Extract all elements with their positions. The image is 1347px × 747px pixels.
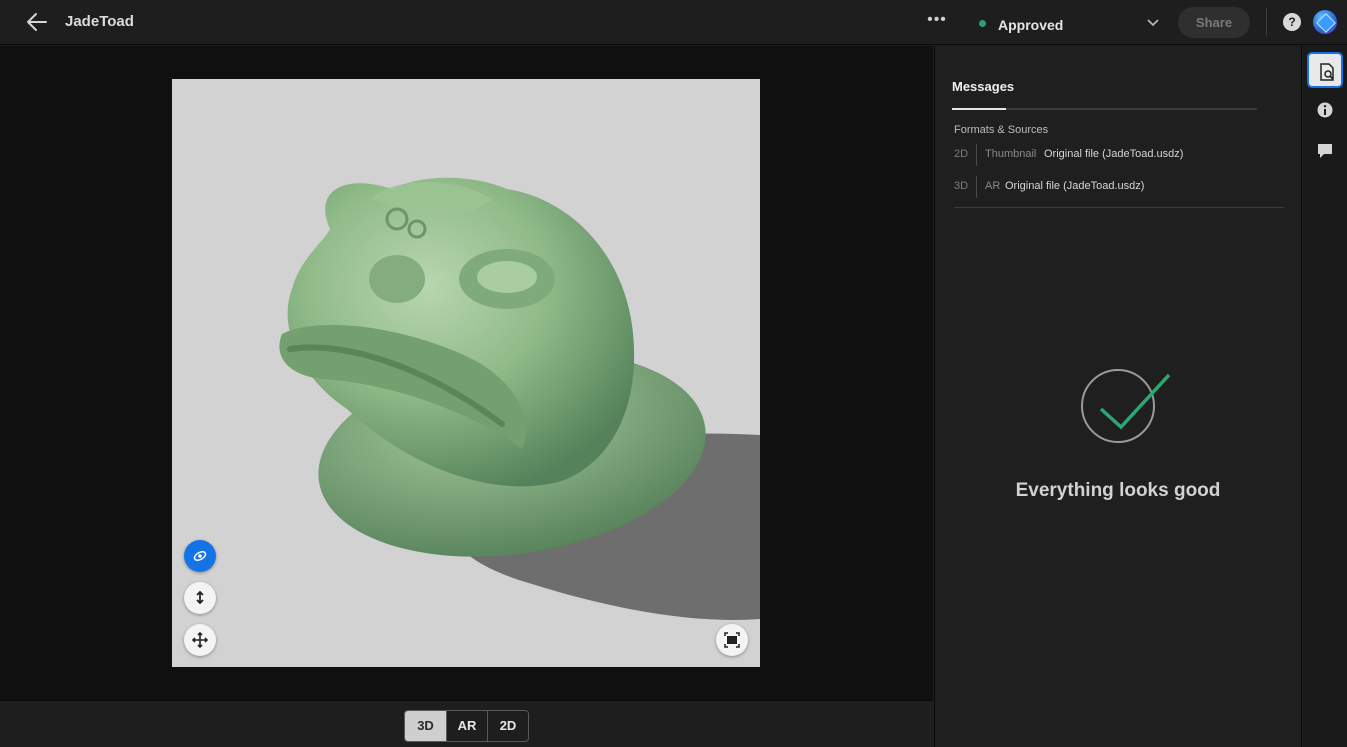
rail-comments[interactable] (1307, 133, 1343, 169)
model-viewport[interactable] (172, 79, 760, 667)
pan-icon (192, 632, 208, 648)
fit-to-screen-icon (724, 632, 740, 648)
tab-active-indicator (952, 108, 1006, 110)
more-horizontal-icon[interactable]: ••• (925, 11, 949, 33)
viewer-area (0, 46, 933, 700)
top-bar: JadeToad ••• Approved Share ? (0, 0, 1347, 45)
orbit-control[interactable] (184, 540, 216, 572)
fit-to-screen-button[interactable] (716, 624, 748, 656)
divider (976, 176, 977, 198)
view-mode-2d[interactable]: 2D (487, 711, 528, 741)
dolly-icon (196, 590, 204, 605)
orbit-icon (193, 550, 207, 562)
file-search-icon (1320, 63, 1334, 81)
tab-underline (952, 108, 1257, 110)
divider (976, 144, 977, 166)
format-type: AR (985, 180, 1001, 192)
format-source: Original file (JadeToad.usdz) (1005, 180, 1145, 192)
share-button[interactable]: Share (1178, 7, 1250, 38)
tab-messages[interactable]: Messages (952, 79, 1014, 94)
view-mode-switcher: 3D AR 2D (404, 710, 529, 742)
rail-file-inspect[interactable] (1307, 52, 1343, 88)
bottom-bar: 3D AR 2D (0, 700, 933, 747)
document-title: JadeToad (65, 13, 134, 30)
info-icon (1317, 102, 1333, 118)
right-rail (1303, 46, 1347, 747)
messages-panel: Messages Formats & Sources 2D Thumbnail … (934, 46, 1302, 747)
comment-icon (1318, 144, 1332, 158)
section-title: Formats & Sources (954, 124, 1049, 136)
view-mode-ar[interactable]: AR (446, 711, 487, 741)
format-type: Thumbnail (985, 148, 1037, 160)
dolly-control[interactable] (184, 582, 216, 614)
status-dropdown[interactable]: Approved (976, 10, 1166, 36)
status-indicator (979, 20, 986, 27)
view-mode-3d[interactable]: 3D (405, 711, 446, 741)
divider (954, 207, 1284, 208)
rail-info[interactable] (1307, 92, 1343, 128)
pan-control[interactable] (184, 624, 216, 656)
status-message: Everything looks good (1015, 480, 1221, 501)
format-source: Original file (JadeToad.usdz) (1044, 148, 1184, 160)
checkmark-circle-icon (1081, 369, 1171, 443)
format-kind: 3D (954, 180, 969, 192)
app-switcher-icon[interactable] (1313, 10, 1337, 34)
divider (1266, 8, 1267, 36)
chevron-down-icon (1146, 15, 1160, 29)
jade-toad-3d-model[interactable] (172, 79, 760, 667)
format-kind: 2D (954, 148, 969, 160)
arrow-left-icon[interactable] (24, 10, 50, 34)
status-label: Approved (998, 17, 1064, 33)
help-icon[interactable]: ? (1283, 13, 1301, 31)
